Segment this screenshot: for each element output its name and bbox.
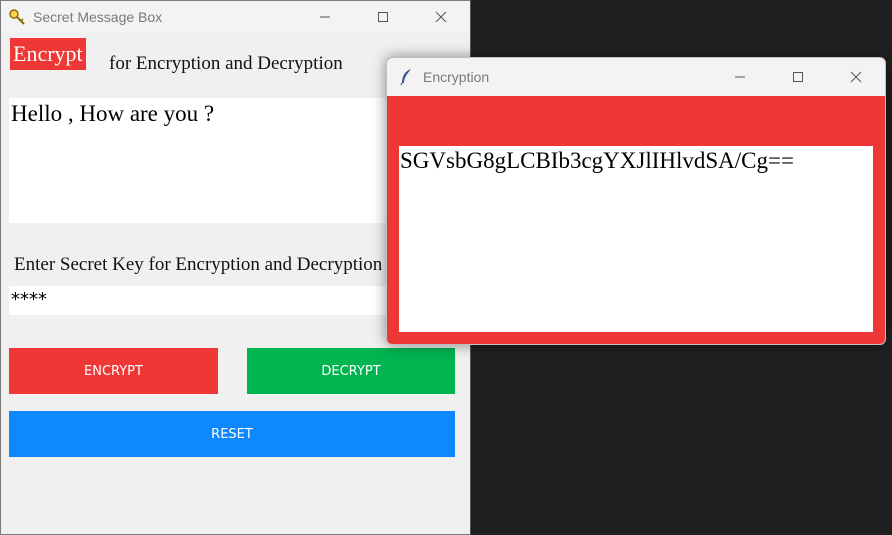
- decrypt-button[interactable]: DECRYPT: [247, 348, 455, 394]
- popup-title: Encryption: [423, 69, 490, 85]
- minimize-button[interactable]: [296, 1, 354, 33]
- intro-label: for Encryption and Decryption: [109, 53, 343, 74]
- encryption-window: Encryption SGVsbG8gLCBIb3cgYXJlIHlvdSA/C…: [386, 57, 886, 345]
- encrypted-output[interactable]: SGVsbG8gLCBIb3cgYXJlIHlvdSA/Cg==: [399, 146, 873, 332]
- maximize-icon: [378, 12, 388, 22]
- window-controls: [296, 1, 470, 33]
- popup-window-controls: [711, 58, 885, 96]
- main-titlebar[interactable]: Secret Message Box: [1, 1, 470, 33]
- encrypt-badge: Encrypt: [10, 38, 86, 70]
- magnifier-key-icon: [7, 7, 27, 27]
- popup-minimize-button[interactable]: [711, 58, 769, 96]
- popup-close-button[interactable]: [827, 58, 885, 96]
- close-icon: [850, 71, 862, 83]
- window-title: Secret Message Box: [33, 9, 163, 25]
- secret-key-label: Enter Secret Key for Encryption and Decr…: [14, 254, 383, 275]
- reset-button[interactable]: RESET: [9, 411, 455, 457]
- close-icon: [435, 11, 447, 23]
- popup-titlebar[interactable]: Encryption: [387, 58, 885, 96]
- feather-icon: [397, 67, 417, 87]
- secret-key-input[interactable]: ****: [9, 286, 449, 315]
- minimize-icon: [735, 76, 745, 78]
- maximize-button[interactable]: [354, 1, 412, 33]
- message-textarea[interactable]: Hello , How are you ?: [9, 98, 449, 223]
- minimize-icon: [320, 16, 330, 18]
- maximize-icon: [793, 72, 803, 82]
- close-button[interactable]: [412, 1, 470, 33]
- popup-maximize-button[interactable]: [769, 58, 827, 96]
- encrypt-button[interactable]: ENCRYPT: [9, 348, 218, 394]
